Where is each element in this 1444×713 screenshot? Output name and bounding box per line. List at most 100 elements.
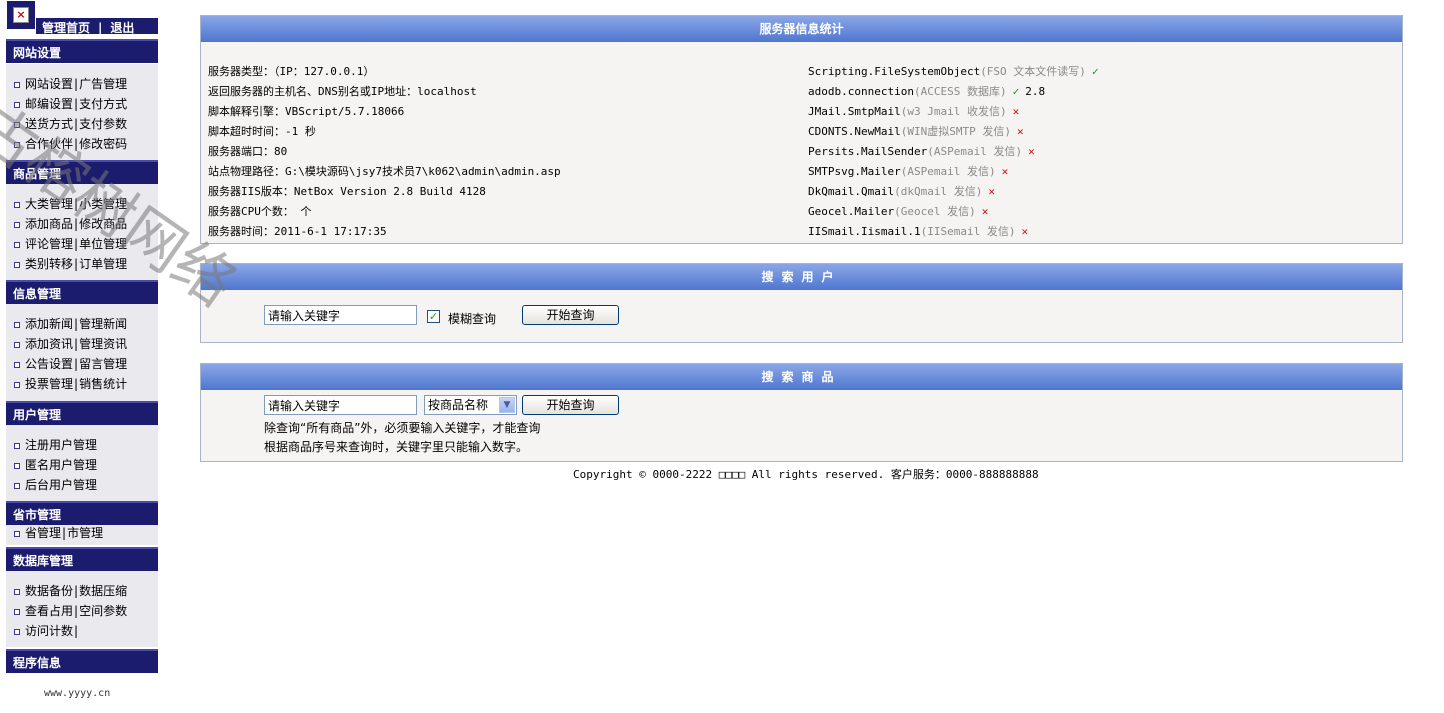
sidebar-link[interactable]: 单位管理 bbox=[79, 237, 127, 251]
sidebar-row: 省管理|市管理 bbox=[14, 525, 103, 541]
sidebar-section-1[interactable]: 商品管理 bbox=[6, 160, 158, 184]
sidebar-link[interactable]: 送货方式 bbox=[25, 117, 73, 131]
sidebar-section-body: 注册用户管理 匿名用户管理 后台用户管理 bbox=[6, 425, 158, 501]
sidebar-link[interactable]: 广告管理 bbox=[79, 77, 127, 91]
admin-home-link[interactable]: 管理首页 bbox=[42, 21, 90, 35]
sidebar-link[interactable]: 后台用户管理 bbox=[25, 478, 97, 492]
sidebar-link[interactable]: 修改密码 bbox=[79, 137, 127, 151]
sidebar-section-2[interactable]: 信息管理 bbox=[6, 280, 158, 304]
fuzzy-label: 模糊查询 bbox=[448, 312, 497, 326]
cross-icon: ✕ bbox=[1021, 225, 1029, 238]
logout-link[interactable]: 退出 bbox=[110, 21, 134, 35]
sidebar-link[interactable]: 匿名用户管理 bbox=[25, 458, 97, 472]
component-name: DkQmail.Qmail bbox=[808, 185, 895, 198]
component-status-line: Scripting.FileSystemObject(FSO 文本文件读写) ✓ bbox=[808, 63, 1099, 81]
item-separator: | bbox=[74, 217, 79, 231]
sidebar-link[interactable]: 网站设置 bbox=[25, 77, 73, 91]
server-info-line: 服务器时间：2011-6-1 17:17:35 bbox=[208, 225, 387, 238]
component-name: Persits.MailSender bbox=[808, 145, 928, 158]
sidebar-row: 添加新闻|管理新闻 bbox=[14, 316, 127, 332]
product-keyword-input[interactable]: 请输入关键字 bbox=[264, 395, 417, 415]
sidebar-link[interactable]: 公告设置 bbox=[25, 357, 73, 371]
component-name: adodb.connection bbox=[808, 85, 914, 98]
sidebar-link[interactable]: 省管理 bbox=[25, 526, 61, 540]
component-status-line: Persits.MailSender(ASPemail 发信) ✕ bbox=[808, 143, 1035, 161]
cross-icon: ✕ bbox=[1012, 105, 1020, 118]
sidebar-link[interactable]: 评论管理 bbox=[25, 237, 73, 251]
sidebar-section-6[interactable]: 程序信息 bbox=[6, 649, 158, 673]
sidebar-top: × 管理首页 | 退出 bbox=[6, 0, 158, 36]
sidebar-link[interactable]: 查看占用 bbox=[25, 604, 73, 618]
fuzzy-checkbox[interactable]: ✓ bbox=[427, 310, 440, 323]
sidebar-link[interactable]: 数据压缩 bbox=[79, 584, 127, 598]
product-search-panel: 搜索商品 请输入关键字 按商品名称 ▼ 开始查询 除查询“所有商品”外，必须要输… bbox=[200, 363, 1403, 462]
sidebar-section-body: 添加新闻|管理新闻 添加资讯|管理资讯 公告设置|留言管理 投票管理|销售统计 bbox=[6, 304, 158, 401]
sidebar-link[interactable]: 支付参数 bbox=[79, 117, 127, 131]
server-info-line: 站点物理路径：G:\模块源码\jsy7技术员7\k062\admin\admin… bbox=[208, 165, 561, 178]
item-separator: | bbox=[74, 317, 79, 331]
user-keyword-input[interactable]: 请输入关键字 bbox=[264, 305, 417, 325]
sidebar-row: 添加商品|修改商品 bbox=[14, 216, 127, 232]
component-name: JMail.SmtpMail bbox=[808, 105, 901, 118]
server-info-title: 服务器信息统计 bbox=[201, 16, 1402, 42]
component-status-line: DkQmail.Qmail(dkQmail 发信) ✕ bbox=[808, 183, 995, 201]
bullet-icon bbox=[14, 241, 20, 248]
component-status-line: Geocel.Mailer(Geocel 发信) ✕ bbox=[808, 203, 988, 221]
sidebar-section-body: 省管理|市管理 bbox=[6, 525, 158, 545]
top-links: 管理首页 | 退出 bbox=[42, 19, 134, 36]
sidebar-row: 数据备份|数据压缩 bbox=[14, 583, 127, 599]
sidebar-link[interactable]: 合作伙伴 bbox=[25, 137, 73, 151]
sidebar-link[interactable]: 添加资讯 bbox=[25, 337, 73, 351]
item-separator: | bbox=[74, 377, 79, 391]
bullet-icon bbox=[14, 341, 20, 348]
sidebar-section-4[interactable]: 省市管理 bbox=[6, 501, 158, 525]
bullet-icon bbox=[14, 121, 20, 128]
sidebar-link[interactable]: 邮编设置 bbox=[25, 97, 73, 111]
sidebar-link[interactable]: 添加新闻 bbox=[25, 317, 73, 331]
sidebar-link[interactable]: 大类管理 bbox=[25, 197, 73, 211]
sidebar: × 管理首页 | 退出 网站设置 网站设置|广告管理 邮编设置|支付方式 送货方式|支付参… bbox=[6, 0, 158, 713]
sidebar-row: 投票管理|销售统计 bbox=[14, 376, 127, 392]
sidebar-section-3[interactable]: 用户管理 bbox=[6, 401, 158, 425]
sidebar-link[interactable]: 留言管理 bbox=[79, 357, 127, 371]
bullet-icon bbox=[14, 81, 20, 88]
sidebar-link[interactable]: 支付方式 bbox=[79, 97, 127, 111]
item-separator: | bbox=[74, 337, 79, 351]
sidebar-link[interactable]: 注册用户管理 bbox=[25, 438, 97, 452]
bullet-icon bbox=[14, 482, 20, 489]
bullet-icon bbox=[14, 442, 20, 449]
sidebar-link[interactable]: 访问计数 bbox=[25, 624, 73, 638]
component-note: (ACCESS 数据库) bbox=[913, 85, 1007, 98]
product-search-title: 搜索商品 bbox=[201, 364, 1402, 390]
sidebar-link[interactable]: 销售统计 bbox=[79, 377, 127, 391]
bullet-icon bbox=[14, 462, 20, 469]
footer-url: www.yyyy.cn bbox=[44, 688, 111, 699]
sidebar-link[interactable]: 空间参数 bbox=[79, 604, 127, 618]
sidebar-link[interactable]: 添加商品 bbox=[25, 217, 73, 231]
search-field-select[interactable]: 按商品名称 ▼ bbox=[424, 395, 517, 415]
sidebar-link[interactable]: 市管理 bbox=[67, 526, 103, 540]
sidebar-link[interactable]: 管理资讯 bbox=[79, 337, 127, 351]
sidebar-row: 大类管理|小类管理 bbox=[14, 196, 127, 212]
sidebar-section-5[interactable]: 数据库管理 bbox=[6, 547, 158, 571]
sidebar-section-0[interactable]: 网站设置 bbox=[6, 39, 158, 63]
sidebar-row: 后台用户管理 bbox=[14, 477, 97, 493]
item-separator: | bbox=[74, 624, 79, 638]
chevron-down-icon[interactable]: ▼ bbox=[499, 397, 515, 413]
user-search-button[interactable]: 开始查询 bbox=[522, 305, 619, 325]
sidebar-link[interactable]: 数据备份 bbox=[25, 584, 73, 598]
sidebar-link[interactable]: 订单管理 bbox=[79, 257, 127, 271]
sidebar-row: 送货方式|支付参数 bbox=[14, 116, 127, 132]
item-separator: | bbox=[74, 197, 79, 211]
component-note: (WIN虚拟SMTP 发信) bbox=[900, 125, 1011, 138]
sidebar-link[interactable]: 管理新闻 bbox=[79, 317, 127, 331]
item-separator: | bbox=[74, 257, 79, 271]
sidebar-link[interactable]: 类别转移 bbox=[25, 257, 73, 271]
sidebar-link[interactable]: 小类管理 bbox=[79, 197, 127, 211]
product-search-button[interactable]: 开始查询 bbox=[522, 395, 619, 415]
sidebar-link[interactable]: 修改商品 bbox=[79, 217, 127, 231]
server-info-line: 服务器CPU个数： 个 bbox=[208, 205, 312, 218]
sidebar-link[interactable]: 投票管理 bbox=[25, 377, 73, 391]
sidebar-row: 访问计数| bbox=[14, 623, 79, 639]
component-status-line: JMail.SmtpMail(w3 Jmail 收发信) ✕ bbox=[808, 103, 1019, 121]
